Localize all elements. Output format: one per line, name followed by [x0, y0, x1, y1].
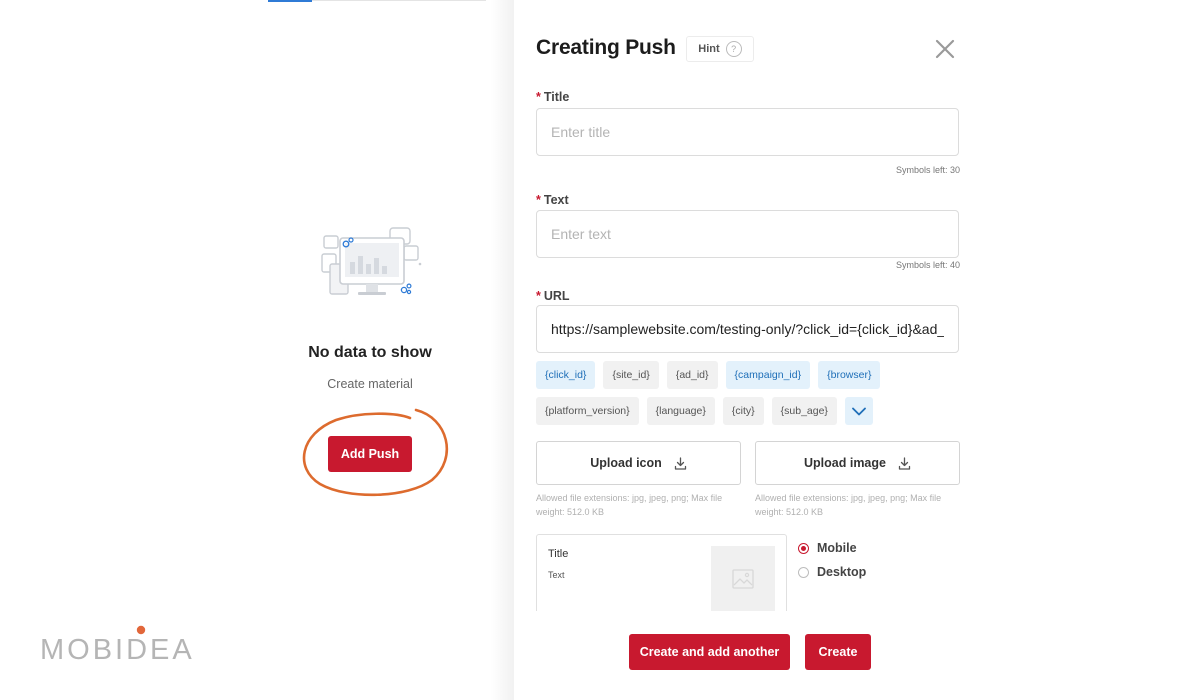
tag-click-id[interactable]: {click_id}: [536, 361, 596, 389]
empty-state-subtitle: Create material: [327, 377, 413, 391]
upload-icon-button[interactable]: Upload icon: [536, 441, 741, 485]
drawer-shadow: [490, 0, 516, 700]
upload-image-button[interactable]: Upload image: [755, 441, 960, 485]
left-pane: No data to show Create material Add Push…: [0, 0, 514, 700]
required-mark: *: [536, 90, 541, 104]
tag-language[interactable]: {language}: [646, 397, 715, 425]
title-symbols-left: Symbols left: 30: [895, 165, 960, 175]
hint-label: Hint: [698, 43, 720, 55]
create-push-drawer: Creating Push Hint ? *Title Symbols left…: [514, 0, 1200, 700]
drawer-title: Creating Push: [536, 36, 676, 59]
tag-site-id[interactable]: {site_id}: [603, 361, 659, 389]
tag-platform-version[interactable]: {platform_version}: [536, 397, 639, 425]
upload-image-label: Upload image: [804, 456, 886, 470]
tag-sub-age[interactable]: {sub_age}: [771, 397, 837, 425]
text-field-label: * Text: [536, 193, 569, 207]
preview-text: Text: [548, 570, 565, 580]
tag-campaign-id[interactable]: {campaign_id}: [725, 361, 811, 389]
upload-icon-note: Allowed file extensions: jpg, jpeg, png;…: [536, 493, 723, 517]
create-button[interactable]: Create: [805, 634, 871, 670]
url-field-label: * URL: [536, 289, 570, 303]
question-circle-icon: ?: [725, 41, 742, 57]
url-tags-row-2: {platform_version} {language} {city} {su…: [536, 397, 873, 425]
tag-ad-id[interactable]: {ad_id}: [666, 361, 718, 389]
title-input[interactable]: [536, 108, 959, 156]
empty-state-illustration-icon: [321, 227, 422, 295]
tag-browser[interactable]: {browser}: [818, 361, 881, 389]
device-option-mobile[interactable]: Mobile: [798, 541, 857, 555]
preview-image-placeholder: [711, 546, 775, 611]
logo-text: MOBIDEA: [40, 634, 195, 664]
download-icon: [674, 456, 686, 470]
push-preview: Title Text: [536, 534, 787, 611]
add-push-button[interactable]: Add Push: [328, 436, 412, 472]
preview-title: Title: [548, 548, 569, 560]
mobidea-logo: MOBIDEA: [40, 625, 195, 664]
url-input[interactable]: [536, 305, 959, 353]
required-mark: *: [536, 289, 541, 303]
tag-city[interactable]: {city}: [722, 397, 764, 425]
radio-button[interactable]: [798, 566, 809, 578]
title-field-label: * Title: [536, 90, 570, 104]
radio-button[interactable]: [798, 542, 809, 554]
device-option-label: Desktop: [817, 565, 867, 579]
expand-tags-button[interactable]: [844, 397, 873, 425]
empty-state-title: No data to show: [308, 344, 432, 361]
create-and-add-another-button[interactable]: Create and add another: [629, 634, 790, 670]
required-mark: *: [536, 193, 541, 207]
text-symbols-left: Symbols left: 40: [895, 260, 960, 270]
upload-image-note: Allowed file extensions: jpg, jpeg, png;…: [755, 493, 942, 517]
tab-active-indicator: [268, 0, 312, 2]
device-option-label: Mobile: [817, 541, 857, 555]
device-option-desktop[interactable]: Desktop: [798, 565, 866, 579]
hint-button[interactable]: Hint ?: [686, 36, 754, 62]
chevron-down-icon: [852, 407, 866, 415]
url-tags-row-1: {click_id} {site_id} {ad_id} {campaign_i…: [536, 361, 881, 389]
download-icon: [898, 456, 911, 470]
close-icon[interactable]: [934, 38, 956, 60]
text-input[interactable]: [536, 210, 959, 258]
image-placeholder-icon: [732, 569, 754, 589]
upload-icon-label: Upload icon: [590, 456, 662, 470]
